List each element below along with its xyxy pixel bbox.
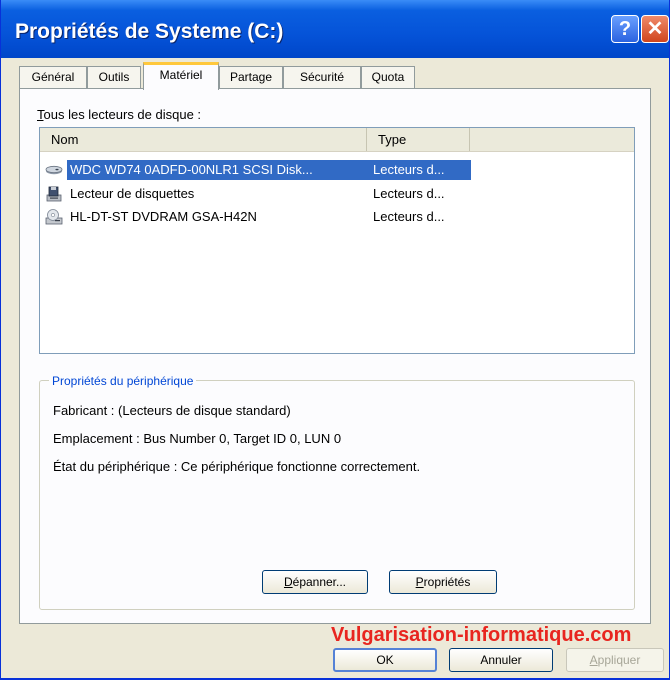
column-header-type[interactable]: Type bbox=[367, 128, 470, 151]
list-row-floppy[interactable]: Lecteur de disquettes Lecteurs d... bbox=[43, 184, 469, 204]
tab-sharing[interactable]: Partage bbox=[219, 66, 283, 88]
help-icon: ? bbox=[618, 18, 632, 40]
tab-hardware[interactable]: Matériel bbox=[143, 62, 219, 90]
device-status-text: État du périphérique : Ce périphérique f… bbox=[53, 459, 421, 474]
properties-dialog: Propriétés de Systeme (C:) ? ✕ Général O… bbox=[0, 0, 670, 680]
help-button[interactable]: ? bbox=[611, 15, 639, 43]
column-header-name[interactable]: Nom bbox=[40, 128, 367, 151]
troubleshoot-button[interactable]: Dépanner... bbox=[262, 570, 368, 594]
tab-tools[interactable]: Outils bbox=[87, 66, 141, 88]
list-row-name: WDC WD74 0ADFD-00NLR1 SCSI Disk... bbox=[67, 160, 372, 180]
disk-list-label-text: ous les lecteurs de disque : bbox=[43, 107, 202, 122]
optical-drive-icon bbox=[45, 209, 63, 225]
location-text: Emplacement : Bus Number 0, Target ID 0,… bbox=[53, 431, 342, 446]
floppy-drive-icon bbox=[46, 186, 62, 202]
troubleshoot-accel: D bbox=[283, 575, 293, 589]
hard-disk-icon bbox=[45, 165, 63, 175]
list-row-type: Lecteurs d... bbox=[370, 160, 471, 180]
list-row-type: Lecteurs d... bbox=[373, 186, 445, 201]
close-button[interactable]: ✕ bbox=[641, 15, 669, 43]
properties-label: ropriétés bbox=[423, 575, 471, 589]
tab-general[interactable]: Général bbox=[19, 66, 87, 88]
apply-accel: A bbox=[589, 653, 598, 667]
list-row-hard-disk[interactable]: WDC WD74 0ADFD-00NLR1 SCSI Disk... Lecte… bbox=[43, 160, 471, 180]
list-row-dvd[interactable]: HL-DT-ST DVDRAM GSA-H42N Lecteurs d... bbox=[43, 207, 469, 227]
window-title: Propriétés de Systeme (C:) bbox=[15, 20, 284, 43]
disk-list-label: Tous les lecteurs de disque : bbox=[37, 107, 201, 122]
list-row-type: Lecteurs d... bbox=[373, 209, 445, 224]
properties-button[interactable]: Propriétés bbox=[389, 570, 497, 594]
close-icon: ✕ bbox=[646, 18, 664, 40]
tab-security[interactable]: Sécurité bbox=[283, 66, 361, 88]
device-properties-title: Propriétés du périphérique bbox=[49, 374, 197, 388]
properties-accel: P bbox=[415, 575, 424, 589]
manufacturer-text: Fabricant : (Lecteurs de disque standard… bbox=[53, 403, 291, 418]
cancel-button[interactable]: Annuler bbox=[449, 648, 553, 672]
list-header: Nom Type bbox=[40, 128, 634, 152]
ok-button[interactable]: OK bbox=[333, 648, 437, 672]
disk-list[interactable]: Nom Type WDC WD74 0ADFD-00NLR1 SCSI Disk… bbox=[39, 127, 635, 354]
list-row-name: Lecteur de disquettes bbox=[70, 186, 195, 201]
troubleshoot-label: épanner... bbox=[292, 575, 347, 589]
tab-quota[interactable]: Quota bbox=[361, 66, 415, 88]
apply-label: ppliquer bbox=[597, 653, 641, 667]
watermark-text: Vulgarisation-informatique.com bbox=[331, 624, 632, 646]
list-row-name: HL-DT-ST DVDRAM GSA-H42N bbox=[70, 209, 257, 224]
title-bar[interactable]: Propriétés de Systeme (C:) ? ✕ bbox=[1, 0, 669, 58]
apply-button[interactable]: Appliquer bbox=[566, 648, 664, 672]
